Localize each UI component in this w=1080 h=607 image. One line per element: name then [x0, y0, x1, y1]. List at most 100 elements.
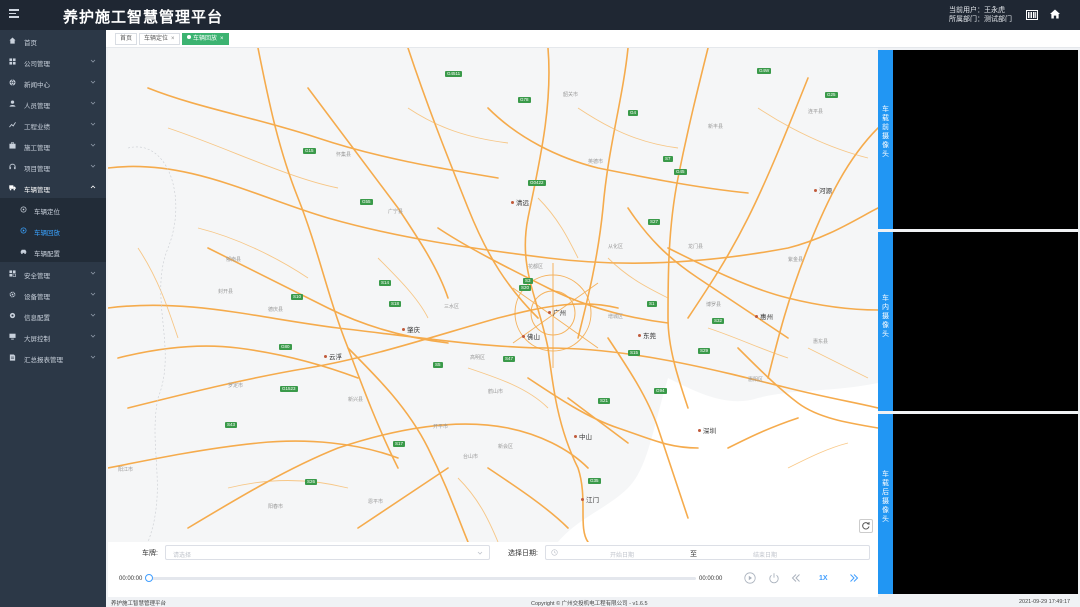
sidebar-item-label: 工程业绩 [24, 124, 50, 131]
top-header: 养护施工智慧管理平台 当前用户：王永虎 所属部门：测试部门 [0, 0, 1080, 30]
date-separator: 至 [690, 551, 697, 558]
gear-icon [9, 291, 16, 298]
map-town-label: 韶关市 [563, 92, 579, 98]
highway-shield: G1523 [280, 386, 298, 392]
sidebar-item-vehicles[interactable]: 车辆管理 [0, 177, 106, 198]
department-label: 所属部门： [949, 16, 984, 23]
highway-shield: G25 [825, 92, 838, 98]
sidebar-item-news[interactable]: 新闻中心 [0, 72, 106, 93]
refresh-icon [862, 522, 870, 530]
sidebar-item-personnel[interactable]: 人员管理 [0, 93, 106, 114]
sidebar-item-home[interactable]: 首页 [0, 30, 106, 51]
highway-shield: S18 [389, 301, 402, 307]
city-marker-icon [324, 355, 327, 358]
sidebar-item-label: 人员管理 [24, 103, 50, 110]
sidebar-item-label: 设备管理 [24, 294, 50, 301]
chevron-down-icon [90, 164, 96, 168]
sidebar-item-label: 安全管理 [24, 273, 50, 280]
vehicle-submenu: 车辆定位 车辆回放 车辆配置 [0, 198, 106, 262]
current-time: 00:00:00 [119, 576, 143, 582]
sidebar-subitem-vehicle-config[interactable]: 车辆配置 [0, 241, 106, 262]
sidebar-item-info-config[interactable]: 信息配置 [0, 305, 106, 326]
date-range-picker[interactable]: 开始日期 至 结束日期 [545, 545, 870, 560]
highway-shield: G15 [303, 148, 316, 154]
highway-shield: S26 [305, 479, 318, 485]
chevron-down-icon [90, 59, 96, 63]
highway-shield: S27 [648, 219, 661, 225]
sidebar-item-equipment[interactable]: 设备管理 [0, 284, 106, 305]
tab-vehicle-playback[interactable]: 车辆回放 × [182, 33, 229, 45]
map-town-label: 罗定市 [228, 383, 244, 389]
sidebar-subitem-vehicle-location[interactable]: 车辆定位 [0, 199, 106, 220]
map-town-label: 龙门县 [688, 244, 704, 250]
map-city-label: 肇庆 [402, 324, 420, 334]
sidebar-item-company[interactable]: 公司管理 [0, 51, 106, 72]
tab-bar: 首页 车辆定位 × 车辆回放 × [106, 30, 1080, 48]
highway-shield: S15 [628, 350, 641, 356]
briefcase-icon [9, 142, 16, 149]
map-town-label: 新丰县 [708, 124, 724, 130]
map-reset-button[interactable] [859, 519, 873, 533]
end-date-input[interactable]: 结束日期 [753, 550, 777, 559]
sidebar-subitem-label: 车辆配置 [34, 251, 60, 258]
tab-vehicle-location[interactable]: 车辆定位 × [139, 33, 180, 45]
home-icon[interactable] [1049, 9, 1061, 19]
city-marker-icon [638, 334, 641, 337]
chevron-down-icon [90, 101, 96, 105]
start-date-input[interactable]: 开始日期 [610, 550, 634, 559]
sidebar-subitem-label: 车辆回放 [34, 230, 60, 237]
map-town-label: 惠阳区 [748, 377, 764, 383]
play-button[interactable] [744, 572, 756, 584]
slow-down-button[interactable] [790, 572, 802, 584]
highway-shield: G45 [674, 169, 687, 175]
map-town-label: 英德市 [588, 159, 604, 165]
highway-shield: S1 [647, 301, 657, 307]
map-city-label: 深圳 [698, 425, 716, 435]
map-town-label: 增城区 [608, 314, 624, 320]
monitor-icon [9, 333, 16, 340]
menu-toggle-icon[interactable] [9, 9, 19, 18]
chevron-down-icon [90, 334, 96, 338]
front-camera-label: 车载前摄像头 [882, 106, 889, 158]
sidebar-item-projects[interactable]: 项目管理 [0, 156, 106, 177]
slider-handle[interactable] [145, 574, 153, 582]
interior-camera-tab[interactable]: 车内摄像头 [878, 232, 893, 411]
plate-select[interactable]: 请选择 [165, 545, 490, 560]
highway-shield: S7 [663, 156, 673, 162]
rear-camera-label: 车载后摄像头 [882, 471, 889, 523]
sidebar-item-big-screen[interactable]: 大屏控制 [0, 326, 106, 347]
plate-placeholder: 请选择 [173, 553, 192, 559]
tab-label: 首页 [120, 36, 133, 42]
tab-label: 车辆定位 [144, 36, 169, 42]
footer-copyright: Copyright © 广州交投机电工程有限公司 - v1.6.5 [531, 601, 648, 607]
close-icon[interactable]: × [220, 36, 224, 42]
footer-app-name: 养护施工智慧管理平台 [111, 601, 167, 607]
playback-slider[interactable] [145, 574, 696, 582]
sidebar-item-construction[interactable]: 施工管理 [0, 135, 106, 156]
close-icon[interactable]: × [171, 36, 175, 42]
front-camera-tab[interactable]: 车载前摄像头 [878, 50, 893, 229]
sidebar-item-performance[interactable]: 工程业绩 [0, 114, 106, 135]
map-view[interactable]: 清远 广州 佛山 东莞 惠州 肇庆 云浮 中山 深圳 江门 河源 韶关市 英德市… [108, 48, 878, 542]
sidebar-item-safety[interactable]: 安全管理 [0, 263, 106, 284]
highway-shield: G94 [654, 388, 667, 394]
map-town-label: 德庆县 [268, 307, 284, 313]
tab-label: 车辆回放 [193, 36, 218, 42]
dashboard-icon[interactable] [1026, 10, 1038, 20]
stop-button[interactable] [768, 572, 780, 584]
highway-shield: G4 [628, 110, 639, 116]
sidebar-item-label: 车辆管理 [24, 187, 50, 194]
rear-camera-tab[interactable]: 车载后摄像头 [878, 414, 893, 594]
shield-icon [9, 270, 16, 277]
map-city-label: 东莞 [638, 330, 656, 340]
map-town-label: 阳春市 [268, 504, 284, 510]
tab-home[interactable]: 首页 [115, 33, 138, 45]
map-town-label: 博罗县 [706, 302, 722, 308]
sidebar-item-reports[interactable]: 汇总报表管理 [0, 347, 106, 368]
speed-up-button[interactable] [848, 572, 860, 584]
settings-icon [9, 312, 16, 319]
sidebar-item-label: 项目管理 [24, 166, 50, 173]
total-time: 00:00:00 [699, 576, 723, 582]
map-town-label: 花都区 [528, 264, 544, 270]
sidebar-subitem-vehicle-playback[interactable]: 车辆回放 [0, 220, 106, 241]
